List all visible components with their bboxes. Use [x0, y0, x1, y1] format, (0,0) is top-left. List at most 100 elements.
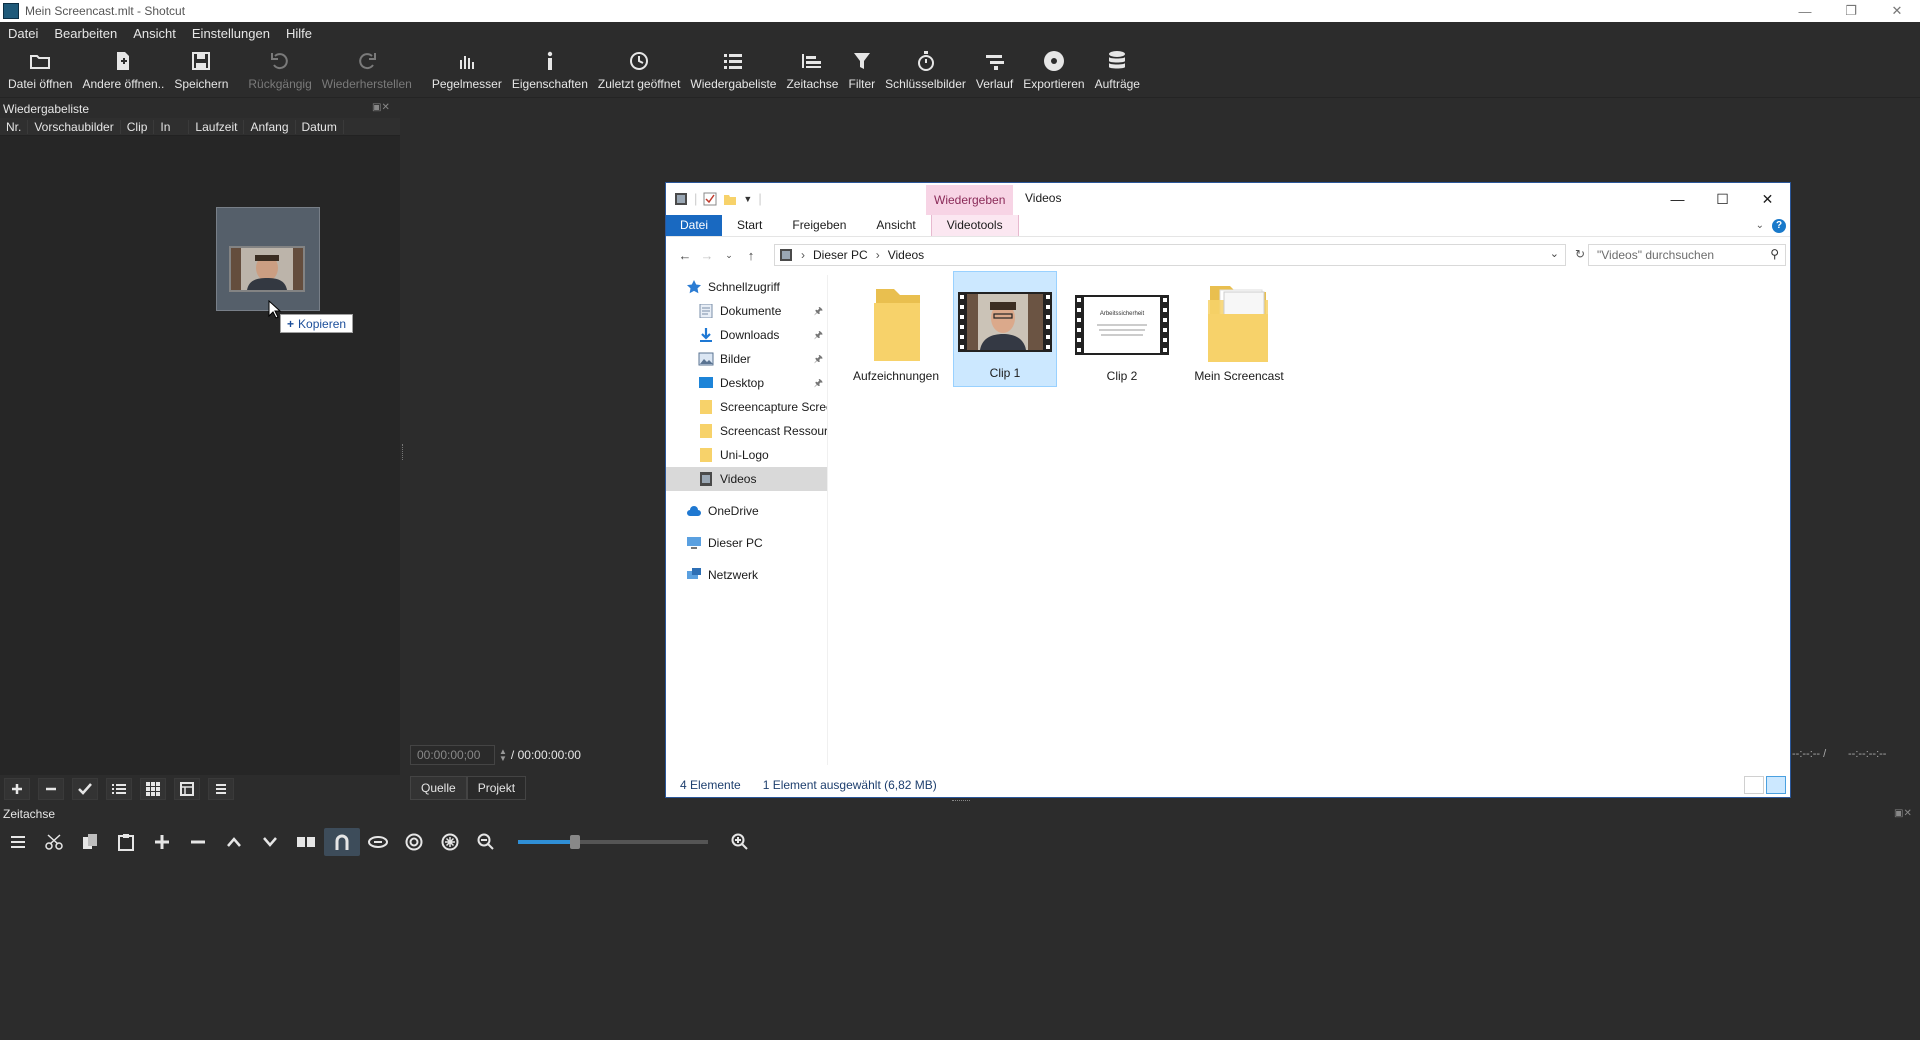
- copy-icon[interactable]: [72, 828, 108, 856]
- ribbon-expand-icon[interactable]: ⌄: [1756, 220, 1764, 231]
- detail-view-icon[interactable]: [174, 778, 200, 800]
- tab-datei[interactable]: Datei: [666, 215, 723, 236]
- file-content-pane[interactable]: Aufzeichnungen Clip 1 Arbeitssicherheit …: [831, 271, 1786, 765]
- zoom-in-icon[interactable]: [722, 828, 758, 856]
- pin-icon[interactable]: 🖈: [814, 304, 823, 321]
- pin-icon[interactable]: 🖈: [814, 352, 823, 369]
- zoom-slider[interactable]: [518, 835, 708, 849]
- back-arrow-icon[interactable]: ←: [674, 244, 696, 266]
- lift-icon[interactable]: [216, 828, 252, 856]
- undo-button[interactable]: Rückgängig: [243, 44, 316, 91]
- recent-locations-icon[interactable]: ⌄: [718, 244, 740, 266]
- snap-icon[interactable]: [324, 828, 360, 856]
- playlist-panel[interactable]: Nr. Vorschaubilder Clip In Laufzeit Anfa…: [0, 118, 400, 776]
- remove-clip-icon[interactable]: [180, 828, 216, 856]
- col-in[interactable]: In: [154, 119, 190, 134]
- splitter-handle[interactable]: [402, 444, 404, 460]
- properties-check-icon[interactable]: [703, 192, 717, 206]
- pin-icon[interactable]: 🖈: [814, 376, 823, 393]
- playlist-menu-icon[interactable]: [208, 778, 234, 800]
- tab-start[interactable]: Start: [722, 215, 777, 236]
- jobs-button[interactable]: Aufträge: [1090, 44, 1145, 91]
- details-view-icon[interactable]: [1744, 776, 1764, 794]
- history-button[interactable]: Verlauf: [971, 44, 1018, 91]
- open-file-button[interactable]: Datei öffnen: [0, 44, 78, 91]
- large-icons-view-icon[interactable]: [1766, 776, 1786, 794]
- timeline-menu-icon[interactable]: [0, 828, 36, 856]
- properties-button[interactable]: Eigenschaften: [507, 44, 593, 91]
- append-icon[interactable]: [144, 828, 180, 856]
- search-input[interactable]: "Videos" durchsuchen ⚲: [1588, 244, 1786, 266]
- tab-source[interactable]: Quelle: [410, 776, 467, 800]
- dock-resize-handle[interactable]: [952, 800, 970, 801]
- filter-button[interactable]: Filter: [843, 44, 880, 91]
- check-icon[interactable]: [72, 778, 98, 800]
- dock-float-close-icon[interactable]: ▣✕: [372, 102, 390, 113]
- audio-meter-button[interactable]: Pegelmesser: [427, 44, 507, 91]
- redo-button[interactable]: Wiederherstellen: [317, 44, 417, 91]
- breadcrumb-videos[interactable]: Videos: [888, 248, 924, 262]
- tab-videotools[interactable]: Videotools: [930, 215, 1019, 236]
- menu-bearbeiten[interactable]: Bearbeiten: [46, 26, 125, 41]
- restore-button[interactable]: ❐: [1828, 0, 1874, 22]
- tab-project[interactable]: Projekt: [466, 776, 527, 800]
- explorer-maximize-button[interactable]: ☐: [1700, 183, 1745, 215]
- nav-this-pc[interactable]: Dieser PC: [666, 531, 827, 555]
- export-button[interactable]: Exportieren: [1018, 44, 1089, 91]
- zoom-out-icon[interactable]: [468, 828, 504, 856]
- nav-desktop[interactable]: Desktop 🖈: [666, 371, 827, 395]
- split-icon[interactable]: [288, 828, 324, 856]
- playlist-button[interactable]: Wiedergabeliste: [685, 44, 781, 91]
- nav-screencapture-folder[interactable]: Screencapture Scree: [666, 395, 827, 419]
- refresh-icon[interactable]: ↻: [1575, 247, 1585, 261]
- scrub-icon[interactable]: [360, 828, 396, 856]
- col-clip[interactable]: Clip: [121, 119, 155, 134]
- list-view-icon[interactable]: [106, 778, 132, 800]
- file-item-clip-2[interactable]: Arbeitssicherheit Clip 2: [1070, 275, 1174, 391]
- remove-icon[interactable]: [38, 778, 64, 800]
- col-date[interactable]: Datum: [296, 119, 344, 134]
- qa-dropdown-icon[interactable]: ▼: [743, 194, 752, 204]
- file-item-aufzeichnungen[interactable]: Aufzeichnungen: [844, 275, 948, 391]
- new-folder-icon[interactable]: [723, 192, 737, 206]
- grid-view-icon[interactable]: [140, 778, 166, 800]
- nav-videos[interactable]: Videos: [666, 467, 827, 491]
- tab-freigeben[interactable]: Freigeben: [777, 215, 861, 236]
- nav-pictures[interactable]: Bilder 🖈: [666, 347, 827, 371]
- timecode-spinner-icon[interactable]: ▲ ▼: [499, 748, 507, 763]
- ripple-icon[interactable]: [396, 828, 432, 856]
- file-item-clip-1[interactable]: Clip 1: [953, 271, 1057, 387]
- menu-datei[interactable]: Datei: [0, 26, 46, 41]
- nav-screencast-resources-folder[interactable]: Screencast Ressourc: [666, 419, 827, 443]
- paste-icon[interactable]: [108, 828, 144, 856]
- timeline-tracks-area[interactable]: [0, 860, 1920, 1040]
- zoom-slider-knob[interactable]: [570, 835, 580, 849]
- col-thumbnails[interactable]: Vorschaubilder: [28, 119, 121, 134]
- nav-quick-access[interactable]: Schnellzugriff: [666, 275, 827, 299]
- overwrite-icon[interactable]: [252, 828, 288, 856]
- address-bar[interactable]: › Dieser PC › Videos ⌄ ↻: [774, 244, 1585, 266]
- explorer-minimize-button[interactable]: —: [1655, 183, 1700, 215]
- nav-network[interactable]: Netzwerk: [666, 563, 827, 587]
- nav-documents[interactable]: Dokumente 🖈: [666, 299, 827, 323]
- save-button[interactable]: Speichern: [169, 44, 233, 91]
- col-nr[interactable]: Nr.: [0, 119, 29, 134]
- help-icon[interactable]: ?: [1772, 218, 1786, 233]
- close-button[interactable]: ✕: [1874, 0, 1920, 22]
- explorer-close-button[interactable]: ✕: [1745, 183, 1790, 215]
- up-arrow-icon[interactable]: ↑: [740, 244, 762, 266]
- breadcrumb-this-pc[interactable]: Dieser PC: [813, 248, 868, 262]
- timecode-input[interactable]: 00:00:00;00: [410, 745, 495, 765]
- tab-ansicht[interactable]: Ansicht: [861, 215, 930, 236]
- minimize-button[interactable]: —: [1782, 0, 1828, 22]
- col-start[interactable]: Anfang: [244, 119, 296, 134]
- file-item-mein-screencast[interactable]: Mein Screencast: [1187, 275, 1291, 391]
- file-explorer-window[interactable]: | ▼ | Wiedergeben Videos — ☐ ✕ Datei Sta…: [665, 182, 1791, 798]
- menu-hilfe[interactable]: Hilfe: [278, 26, 320, 41]
- open-other-button[interactable]: Andere öffnen..: [78, 44, 170, 91]
- keyframes-button[interactable]: Schlüsselbilder: [880, 44, 971, 91]
- add-icon[interactable]: [4, 778, 30, 800]
- timeline-button[interactable]: Zeitachse: [781, 44, 843, 91]
- ripple-all-icon[interactable]: [432, 828, 468, 856]
- recent-button[interactable]: Zuletzt geöffnet: [593, 44, 686, 91]
